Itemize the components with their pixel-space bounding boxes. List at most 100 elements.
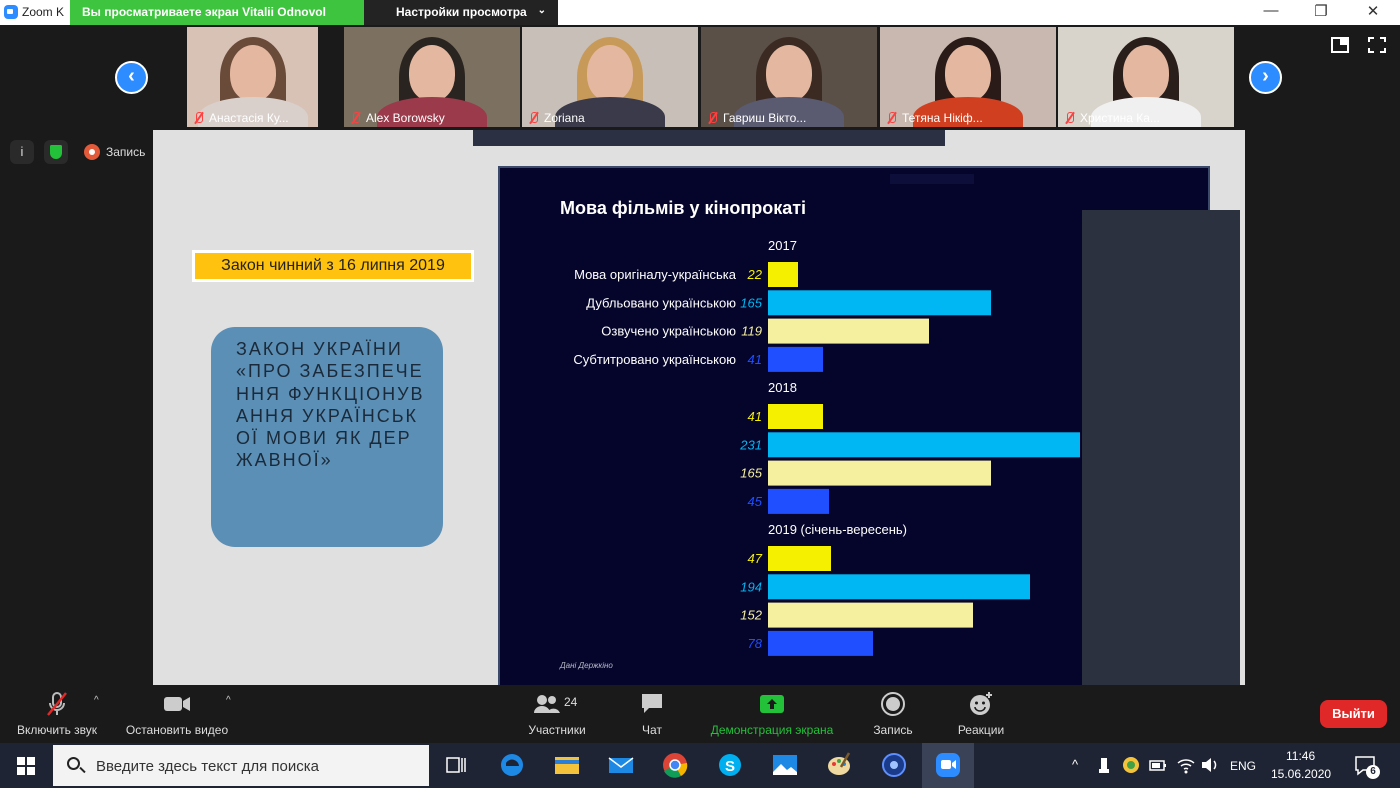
participants-icon bbox=[534, 695, 560, 713]
record-button[interactable]: Запись bbox=[868, 691, 918, 737]
bar-value-label: 78 bbox=[748, 636, 763, 651]
recording-indicator[interactable]: Запись bbox=[84, 144, 145, 160]
info-icon[interactable]: i bbox=[10, 140, 34, 164]
bar-value-label: 231 bbox=[739, 437, 762, 452]
participants-button[interactable]: 24 Участники bbox=[522, 691, 592, 737]
participant-face bbox=[766, 45, 812, 101]
group-label: 2019 (січень-вересень) bbox=[768, 522, 907, 537]
slide-side-panel bbox=[1082, 210, 1240, 685]
clock-time[interactable]: 11:46 bbox=[1286, 749, 1315, 763]
participant-name-bar: Тетяна Нікіф... bbox=[886, 111, 983, 125]
mic-muted-icon bbox=[350, 112, 362, 124]
category-label: Озвучено українською bbox=[601, 324, 736, 339]
share-screen-label: Демонстрация экрана bbox=[710, 723, 834, 737]
view-options-button[interactable]: Настройки просмотра ⌄ bbox=[364, 0, 558, 25]
taskbar-search-box[interactable]: Введите здесь текст для поиска bbox=[53, 745, 429, 786]
fullscreen-icon[interactable] bbox=[1368, 37, 1386, 53]
bar-value-label: 41 bbox=[748, 352, 762, 367]
battery-icon[interactable] bbox=[1148, 750, 1168, 780]
language-indicator[interactable]: ENG bbox=[1230, 759, 1256, 773]
chat-button[interactable]: Чат bbox=[632, 691, 672, 737]
bar bbox=[768, 630, 873, 656]
windows-taskbar: Введите здесь текст для поиска S ^ ENG 1… bbox=[0, 743, 1400, 788]
participant-video-tile[interactable]: Alex Borowsky bbox=[344, 27, 520, 127]
paint-icon[interactable] bbox=[825, 750, 855, 780]
participant-face bbox=[945, 45, 991, 101]
participant-video-tile[interactable]: Zoriana bbox=[522, 27, 698, 127]
participant-name-bar: Анастасія Ку... bbox=[193, 111, 289, 125]
mic-muted-icon bbox=[528, 112, 540, 124]
close-button[interactable]: ✕ bbox=[1358, 2, 1388, 20]
bar-value-label: 41 bbox=[748, 409, 762, 424]
chart-panel: Мова фільмів у кінопрокаті 2017 22 Мова ори… bbox=[498, 166, 1240, 685]
participant-video-tile[interactable]: Гавриш Вікто... bbox=[701, 27, 877, 127]
participant-face bbox=[409, 45, 455, 101]
start-button[interactable] bbox=[0, 743, 52, 788]
participant-video-tile[interactable]: Христина Ка... bbox=[1058, 27, 1234, 127]
audio-options-caret[interactable]: ^ bbox=[94, 695, 99, 706]
bar bbox=[768, 290, 991, 316]
zoom-taskbar-icon[interactable] bbox=[922, 743, 974, 788]
file-explorer-icon[interactable] bbox=[552, 750, 582, 780]
record-dot-icon bbox=[84, 144, 100, 160]
reactions-button[interactable]: Реакции bbox=[952, 691, 1010, 737]
law-date-banner: Закон чинний з 16 липня 2019 bbox=[192, 250, 474, 282]
stop-video-label: Остановить видео bbox=[125, 723, 229, 737]
bar-value-label: 45 bbox=[748, 494, 763, 509]
windows-logo-icon bbox=[17, 757, 35, 775]
minimize-button[interactable]: — bbox=[1256, 2, 1286, 19]
participant-name-bar: Гавриш Вікто... bbox=[707, 111, 806, 125]
usb-icon[interactable] bbox=[1096, 750, 1112, 780]
share-screen-button[interactable]: Демонстрация экрана bbox=[700, 691, 844, 737]
chat-label: Чат bbox=[642, 723, 662, 737]
video-camera-icon bbox=[163, 691, 191, 717]
mic-muted-icon bbox=[886, 112, 898, 124]
participants-count: 24 bbox=[564, 695, 578, 709]
chrome-icon[interactable] bbox=[660, 750, 690, 780]
task-view-icon[interactable] bbox=[440, 750, 470, 780]
prev-page-button[interactable]: ‹ bbox=[115, 61, 148, 94]
chart-title: Мова фільмів у кінопрокаті bbox=[560, 198, 806, 218]
clock-date[interactable]: 15.06.2020 bbox=[1271, 767, 1331, 781]
stop-video-button[interactable]: Остановить видео bbox=[118, 691, 236, 737]
shared-screen: Закон чинний з 16 липня 2019 ЗАКОН УКРАЇ… bbox=[153, 130, 1245, 685]
participants-icon-wrap: 24 bbox=[532, 691, 582, 717]
record-label: Запись bbox=[106, 145, 146, 159]
category-label: Мова оригіналу-українська bbox=[574, 267, 737, 282]
participant-name: Тетяна Нікіф... bbox=[902, 111, 983, 125]
video-options-caret[interactable]: ^ bbox=[226, 695, 231, 706]
photos-icon[interactable] bbox=[770, 750, 800, 780]
leave-meeting-button[interactable]: Выйти bbox=[1320, 700, 1387, 728]
mic-muted-icon bbox=[707, 112, 719, 124]
skype-icon[interactable]: S bbox=[715, 750, 745, 780]
participant-name: Гавриш Вікто... bbox=[723, 111, 807, 125]
bar-value-label: 22 bbox=[747, 267, 763, 282]
tray-expand-icon[interactable]: ^ bbox=[1072, 757, 1078, 772]
security-shield-icon[interactable] bbox=[44, 140, 68, 164]
mic-off-icon bbox=[44, 691, 70, 717]
unmute-button[interactable]: Включить звук bbox=[10, 691, 104, 737]
app-title: Zoom K bbox=[22, 5, 65, 19]
mic-muted-icon bbox=[193, 112, 205, 124]
record-button-label: Запись bbox=[873, 723, 913, 737]
restore-button[interactable]: ❐ bbox=[1306, 2, 1336, 20]
bar-value-label: 165 bbox=[740, 295, 762, 310]
gallery-view-icon[interactable] bbox=[1331, 37, 1349, 53]
edge-browser-icon[interactable] bbox=[497, 750, 527, 780]
bar bbox=[768, 488, 829, 514]
tray-app-icon[interactable] bbox=[1120, 750, 1142, 780]
next-page-button[interactable]: › bbox=[1249, 61, 1282, 94]
law-title-box: ЗАКОН УКРАЇНИ «ПРО ЗАБЕЗПЕЧЕННЯ ФУНКЦІОН… bbox=[211, 327, 443, 547]
notifications-icon[interactable]: 6 bbox=[1352, 750, 1382, 780]
participant-video-tile[interactable]: Тетяна Нікіф... bbox=[880, 27, 1056, 127]
group-label: 2017 bbox=[768, 238, 797, 253]
wifi-icon[interactable] bbox=[1176, 750, 1196, 780]
participants-label: Участники bbox=[528, 723, 586, 737]
search-icon bbox=[67, 757, 80, 770]
participant-video-tile[interactable]: Анастасія Ку... bbox=[187, 27, 318, 127]
law-title-text: ЗАКОН УКРАЇНИ «ПРО ЗАБЕЗПЕЧЕННЯ ФУНКЦІОН… bbox=[236, 339, 425, 471]
media-app-icon[interactable] bbox=[879, 750, 909, 780]
mail-icon[interactable] bbox=[606, 750, 636, 780]
volume-icon[interactable] bbox=[1200, 750, 1220, 780]
bar-value-label: 165 bbox=[740, 466, 762, 481]
